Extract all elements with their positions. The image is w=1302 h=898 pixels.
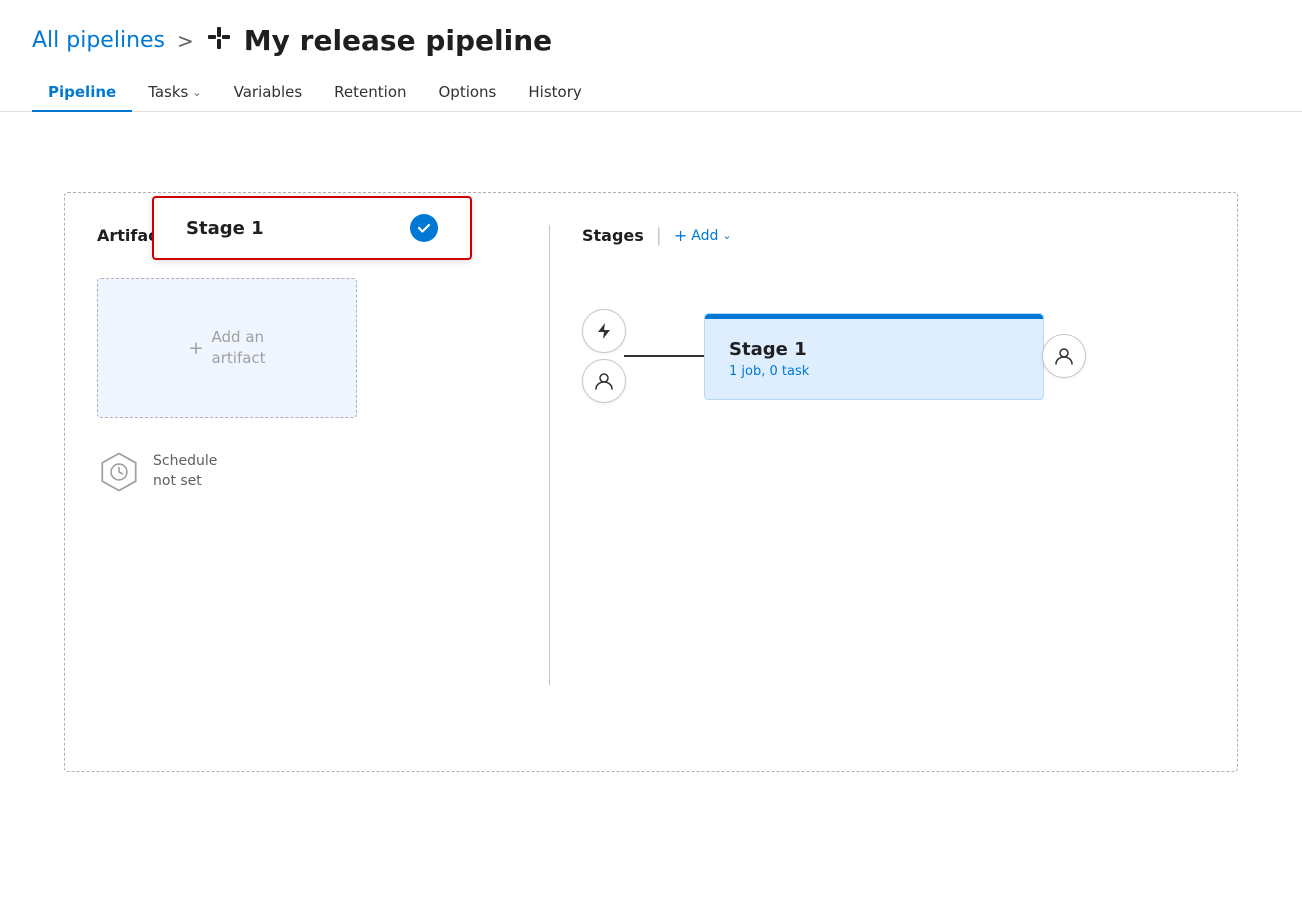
section-divider xyxy=(549,225,550,685)
tab-history[interactable]: History xyxy=(512,73,597,111)
connector xyxy=(624,355,704,357)
stage-popup-name: Stage 1 xyxy=(186,218,386,239)
tab-options[interactable]: Options xyxy=(423,73,513,111)
stages-header: Stages | + Add ⌄ xyxy=(582,225,1205,246)
page-title: My release pipeline xyxy=(244,24,552,57)
stage-card[interactable]: Stage 1 1 job, 0 task xyxy=(704,313,1044,400)
artifacts-section: Artifacts | + Add + Add an artifact xyxy=(97,225,517,685)
stages-title: Stages xyxy=(582,226,644,245)
stage-popup[interactable]: Stage 1 xyxy=(152,196,472,260)
tab-variables[interactable]: Variables xyxy=(218,73,319,111)
page-header: All pipelines > My release pipeline xyxy=(0,0,1302,57)
stages-section: Stages | + Add ⌄ xyxy=(582,225,1205,685)
add-stage-button[interactable]: + Add ⌄ xyxy=(674,226,732,245)
tasks-chevron-icon: ⌄ xyxy=(192,86,201,99)
person-pre-icon[interactable] xyxy=(582,359,626,403)
lightning-icon[interactable] xyxy=(582,309,626,353)
add-artifact-box[interactable]: + Add an artifact xyxy=(97,278,357,418)
schedule-label: Schedule not set xyxy=(153,452,217,491)
schedule-item[interactable]: Schedule not set xyxy=(97,450,517,494)
stages-sep: | xyxy=(656,225,662,246)
stage-card-subtitle: 1 job, 0 task xyxy=(729,364,1023,379)
tab-pipeline[interactable]: Pipeline xyxy=(32,73,132,111)
tab-tasks[interactable]: Tasks ⌄ xyxy=(132,73,217,111)
nav-tabs: Pipeline Tasks ⌄ Variables Retention Opt… xyxy=(0,73,1302,112)
stages-area: Stage 1 1 job, 0 task xyxy=(582,306,1205,406)
pre-deployment-icons xyxy=(582,306,626,406)
stage-card-body: Stage 1 1 job, 0 task xyxy=(705,319,1043,399)
post-deployment-icons xyxy=(1042,331,1086,381)
pipeline-icon xyxy=(206,25,232,57)
add-stage-chevron-icon: ⌄ xyxy=(722,229,731,242)
stage-card-title: Stage 1 xyxy=(729,339,1023,360)
person-post-icon[interactable] xyxy=(1042,334,1086,378)
breadcrumb-sep: > xyxy=(177,29,194,53)
breadcrumb-link[interactable]: All pipelines xyxy=(32,28,165,53)
stage-popup-check-icon xyxy=(410,214,438,242)
schedule-icon xyxy=(97,450,141,494)
tab-retention[interactable]: Retention xyxy=(318,73,422,111)
add-artifact-text: Add an artifact xyxy=(212,327,266,369)
add-artifact-plus-icon: + xyxy=(188,338,203,359)
pipeline-canvas: Artifacts | + Add + Add an artifact xyxy=(64,192,1238,772)
